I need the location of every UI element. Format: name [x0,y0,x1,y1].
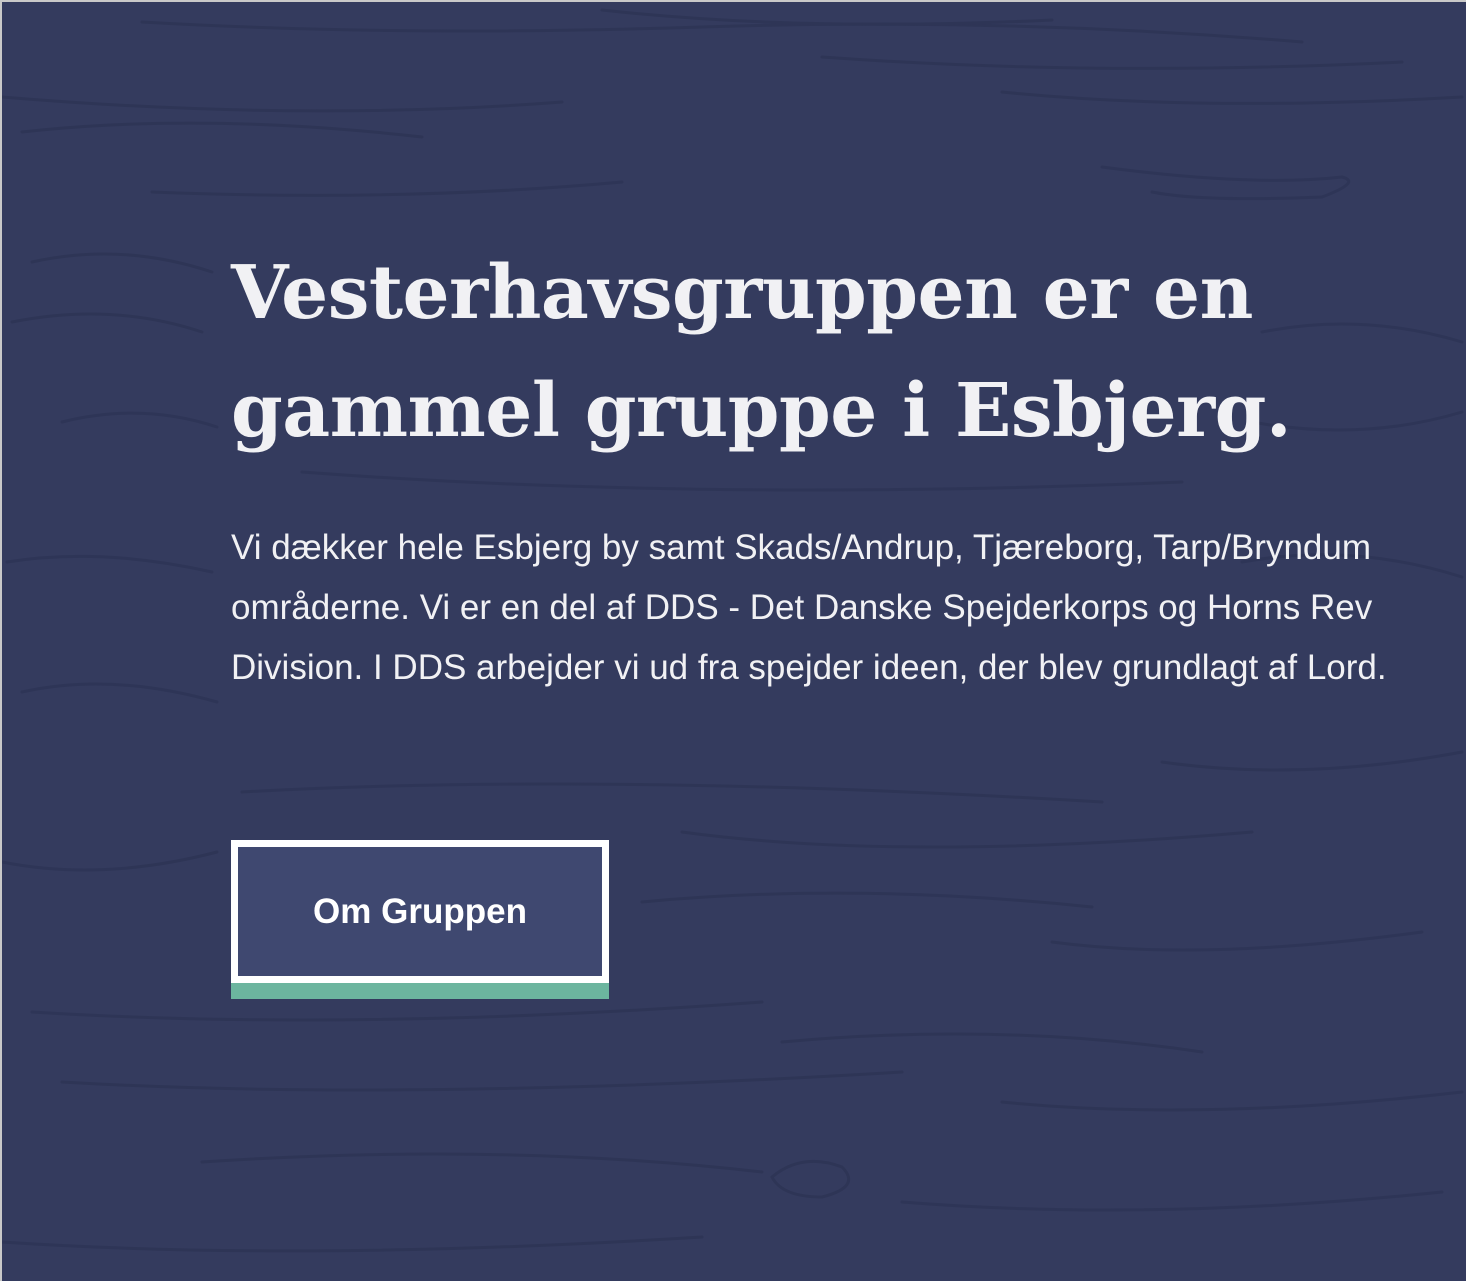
hero-section: Vesterhavsgruppen er en gammel gruppe i … [0,0,1466,1281]
om-gruppen-button[interactable]: Om Gruppen [231,840,609,983]
hero-headline: Vesterhavsgruppen er en gammel gruppe i … [231,250,1292,454]
hero-content: Vesterhavsgruppen er en gammel gruppe i … [231,234,1441,698]
om-gruppen-button-wrapper: Om Gruppen [231,840,609,999]
hero-intro-text: Vi dækker hele Esbjerg by samt Skads/And… [231,528,1387,687]
button-accent-bar [231,983,609,999]
